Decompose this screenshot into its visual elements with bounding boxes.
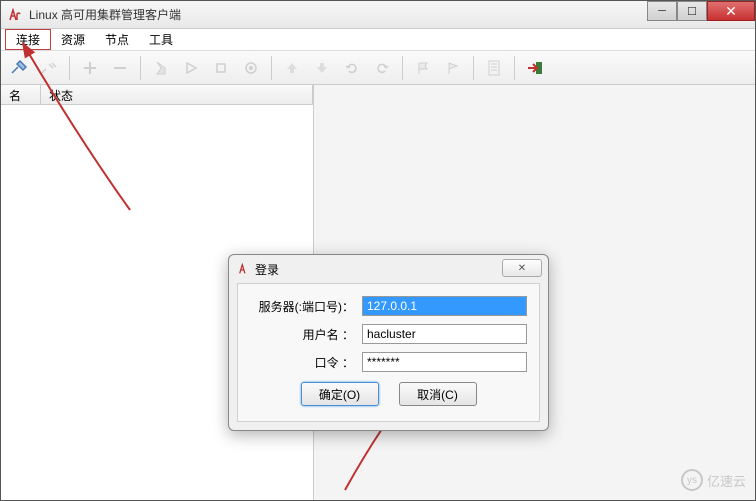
- list-header: 名称 状态: [1, 85, 313, 105]
- watermark-text: 亿速云: [707, 471, 746, 490]
- server-row: 服务器(:端口号)：: [250, 296, 527, 316]
- watermark-icon: ys: [681, 469, 703, 491]
- app-icon: [7, 7, 23, 23]
- dialog-buttons: 确定(O) 取消(C): [250, 382, 527, 406]
- dialog-body: 服务器(:端口号)： 用户名 ： 口令 ： 确定(O) 取消(C): [237, 283, 540, 422]
- window-controls: ─ ☐ ✕: [647, 1, 755, 21]
- tool-document-icon[interactable]: [480, 54, 508, 82]
- password-label: 口令 ：: [250, 354, 362, 371]
- server-label: 服务器(:端口号)：: [250, 298, 362, 315]
- menu-connect[interactable]: 连接: [5, 29, 51, 50]
- tool-flag2-icon[interactable]: [439, 54, 467, 82]
- tool-cleanup-icon[interactable]: [147, 54, 175, 82]
- server-input[interactable]: [362, 296, 527, 316]
- toolbar-separator: [473, 56, 474, 80]
- menu-node[interactable]: 节点: [95, 29, 139, 50]
- dialog-title: 登录: [255, 261, 279, 278]
- password-input[interactable]: [362, 352, 527, 372]
- tool-connect-icon[interactable]: [5, 54, 33, 82]
- dialog-close-button[interactable]: ✕: [502, 259, 542, 277]
- toolbar-separator: [514, 56, 515, 80]
- toolbar-separator: [271, 56, 272, 80]
- tool-start-icon[interactable]: [177, 54, 205, 82]
- cancel-button[interactable]: 取消(C): [399, 382, 477, 406]
- col-status[interactable]: 状态: [41, 85, 313, 104]
- menu-tool[interactable]: 工具: [139, 29, 183, 50]
- watermark: ys 亿速云: [681, 469, 746, 491]
- toolbar: [1, 51, 755, 85]
- minimize-button[interactable]: ─: [647, 1, 677, 21]
- tool-settings-icon[interactable]: [237, 54, 265, 82]
- titlebar: Linux 高可用集群管理客户端 ─ ☐ ✕: [1, 1, 755, 29]
- tool-flag1-icon[interactable]: [409, 54, 437, 82]
- col-name[interactable]: 名称: [1, 85, 41, 104]
- menubar: 连接 资源 节点 工具: [1, 29, 755, 51]
- window-title: Linux 高可用集群管理客户端: [29, 6, 181, 23]
- login-dialog: 登录 ✕ 服务器(:端口号)： 用户名 ： 口令 ： 确定(O) 取消(C): [228, 254, 549, 431]
- username-row: 用户名 ：: [250, 324, 527, 344]
- username-label: 用户名 ：: [250, 326, 362, 343]
- tool-add-icon[interactable]: [76, 54, 104, 82]
- dialog-app-icon: [237, 262, 251, 276]
- toolbar-separator: [69, 56, 70, 80]
- toolbar-separator: [402, 56, 403, 80]
- toolbar-separator: [140, 56, 141, 80]
- password-row: 口令 ：: [250, 352, 527, 372]
- username-input[interactable]: [362, 324, 527, 344]
- tool-remove-icon[interactable]: [106, 54, 134, 82]
- menu-resource[interactable]: 资源: [51, 29, 95, 50]
- tool-exit-icon[interactable]: [521, 54, 549, 82]
- tool-up-icon[interactable]: [278, 54, 306, 82]
- ok-button[interactable]: 确定(O): [301, 382, 379, 406]
- tool-undo-icon[interactable]: [368, 54, 396, 82]
- maximize-button[interactable]: ☐: [677, 1, 707, 21]
- close-button[interactable]: ✕: [707, 1, 755, 21]
- dialog-titlebar[interactable]: 登录 ✕: [229, 255, 548, 283]
- tool-stop-icon[interactable]: [207, 54, 235, 82]
- tool-down-icon[interactable]: [308, 54, 336, 82]
- tool-refresh-icon[interactable]: [338, 54, 366, 82]
- tool-disconnect-icon[interactable]: [35, 54, 63, 82]
